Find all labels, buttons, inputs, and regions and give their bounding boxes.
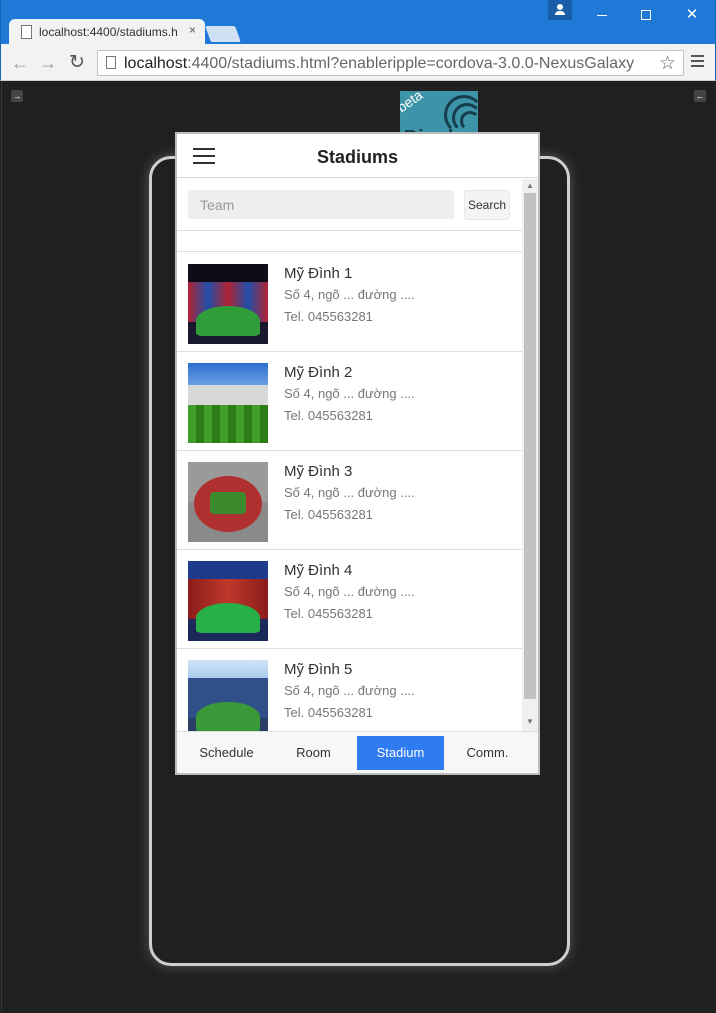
browser-titlebar: localhost:4400/stadiums.h × ✕ [0,0,716,45]
browser-tab[interactable]: localhost:4400/stadiums.h × [9,19,205,45]
tab-title: localhost:4400/stadiums.h [39,25,178,39]
stadium-address: Số 4, ngõ ... đường .... [284,386,415,401]
app-header: Stadiums [177,134,538,178]
reload-icon[interactable]: ↻ [66,52,88,74]
team-search-input[interactable] [188,190,454,219]
hamburger-menu-icon[interactable] [691,55,704,69]
stadium-thumbnail [188,462,268,542]
stadium-item[interactable]: Mỹ Đình 3 Số 4, ngõ ... đường .... Tel. … [177,451,522,550]
stadium-name: Mỹ Đình 4 [284,562,353,579]
tab-stadium[interactable]: Stadium [357,736,444,770]
arrow-left-icon[interactable]: ← [9,52,31,74]
maximize-button[interactable] [631,4,661,26]
url-path: :4400/stadiums.html?enableripple=cordova… [187,55,635,72]
right-panel-toggle[interactable]: ← [694,90,706,102]
page-icon [106,56,116,69]
page-title: Stadiums [316,147,399,167]
left-panel-toggle[interactable]: → [11,90,23,102]
stadium-address: Số 4, ngõ ... đường .... [284,287,415,302]
stadium-tel: Tel. 045563281 [284,705,373,720]
stadium-list: Mỹ Đình 1 Số 4, ngõ ... đường .... Tel. … [177,253,522,731]
stadium-tel: Tel. 045563281 [284,309,373,324]
stadium-item[interactable]: Mỹ Đình 4 Số 4, ngõ ... đường .... Tel. … [177,550,522,649]
url-text[interactable]: localhost:4400/stadiums.html?enablerippl… [124,55,634,73]
tab-close-icon[interactable]: × [189,23,196,37]
new-tab-button[interactable] [205,26,241,42]
tab-room[interactable]: Room [270,736,357,770]
stadium-tel: Tel. 045563281 [284,408,373,423]
tab-comm[interactable]: Comm. [444,736,531,770]
stadium-thumbnail [188,264,268,344]
browser-toolbar: ← → ↻ localhost:4400/stadiums.html?enabl… [0,44,716,81]
stadium-list-content: Search Mỹ Đình 1 Số 4, ngõ ... đường ...… [177,179,522,731]
stadium-address: Số 4, ngõ ... đường .... [284,584,415,599]
close-window-button[interactable]: ✕ [677,4,707,26]
stadium-name: Mỹ Đình 3 [284,463,353,480]
stadium-address: Số 4, ngõ ... đường .... [284,683,415,698]
stadium-item[interactable]: Mỹ Đình 2 Số 4, ngõ ... đường .... Tel. … [177,352,522,451]
list-scrollbar[interactable]: ▲ ▼ [522,179,538,731]
ripple-beta-label: beta [400,91,426,116]
tab-schedule[interactable]: Schedule [183,736,270,770]
stadium-item[interactable]: Mỹ Đình 5 Số 4, ngõ ... đường .... Tel. … [177,649,522,731]
list-divider [177,232,522,252]
stadium-thumbnail [188,363,268,443]
page-icon [21,25,32,39]
scroll-down-icon[interactable]: ▼ [525,717,535,727]
search-button[interactable]: Search [464,190,510,220]
search-bar: Search [177,179,522,231]
stadium-thumbnail [188,660,268,731]
url-host: localhost [124,55,188,72]
scrollbar-thumb[interactable] [524,193,536,699]
stadium-tel: Tel. 045563281 [284,507,373,522]
stadium-tel: Tel. 045563281 [284,606,373,621]
address-bar[interactable]: localhost:4400/stadiums.html?enablerippl… [97,50,684,76]
arrow-right-icon[interactable]: → [37,52,59,74]
scroll-up-icon[interactable]: ▲ [525,181,535,191]
app-screen: Stadiums Search Mỹ Đình 1 Số 4, ngõ ... … [175,132,540,775]
stadium-name: Mỹ Đình 2 [284,364,353,381]
user-icon[interactable] [548,0,572,20]
stadium-address: Số 4, ngõ ... đường .... [284,485,415,500]
stadium-thumbnail [188,561,268,641]
stadium-name: Mỹ Đình 1 [284,265,353,282]
stadium-item[interactable]: Mỹ Đình 1 Số 4, ngõ ... đường .... Tel. … [177,253,522,352]
minimize-button[interactable] [587,4,617,26]
stadium-name: Mỹ Đình 5 [284,661,353,678]
star-icon[interactable]: ☆ [659,52,676,75]
bottom-tab-bar: Schedule Room Stadium Comm. [177,731,538,773]
